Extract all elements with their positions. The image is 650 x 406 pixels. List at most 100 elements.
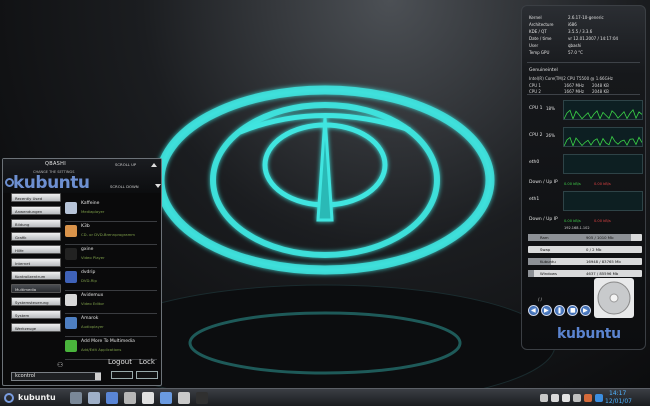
app-list-item[interactable]: gxine Video Player — [65, 245, 157, 268]
category-button[interactable]: Grafik — [11, 232, 61, 241]
category-button[interactable]: Kontrollzentrum — [11, 271, 61, 280]
activity-graph — [563, 127, 643, 147]
logout-button[interactable]: Logout — [108, 358, 132, 366]
app-list-item[interactable]: Avidemux Video Editor — [65, 291, 157, 314]
play-icon[interactable]: ▶ — [541, 305, 552, 316]
kmenu-header: QBASHI CHANGE THE SETTINGS kubuntu SCROL… — [3, 159, 161, 193]
logout-box[interactable] — [111, 371, 133, 379]
memory-bar-fill — [528, 270, 534, 277]
k3b-icon — [65, 225, 77, 237]
category-button[interactable]: Hilfe — [11, 245, 61, 254]
stop-icon[interactable]: ■ — [567, 305, 578, 316]
app-description: DVD-Rip — [81, 278, 97, 283]
category-button[interactable]: Bildung — [11, 219, 61, 228]
graph-label: CPU 2 — [529, 133, 543, 138]
graph-label: Down / Up IP — [529, 217, 558, 222]
eth1-up-rate: 0.00 kB/s — [594, 219, 611, 223]
info-key: Date / time — [529, 36, 552, 41]
power-icon[interactable] — [595, 394, 603, 402]
cpu-vendor: Genuineintel — [529, 68, 558, 73]
info-row: Temp GPU 57.0 °C — [529, 50, 583, 55]
cd-disc-icon[interactable] — [594, 278, 634, 318]
scroll-down-button[interactable]: SCROLL DOWN — [110, 184, 139, 189]
info-value: 57.0 °C — [568, 50, 583, 55]
memory-name: Swap — [540, 247, 551, 252]
info-row: User qbashi — [529, 43, 581, 48]
cpu-name: CPU 1 — [529, 83, 541, 88]
category-button[interactable]: Werkzeuge — [11, 323, 61, 332]
kmail-icon[interactable] — [142, 392, 154, 404]
konqueror-icon[interactable] — [106, 392, 118, 404]
chevron-down-icon[interactable] — [95, 373, 101, 380]
category-list: Recently Used Anwendungen Bildung Grafik Hil… — [11, 193, 63, 336]
triangle-down-icon[interactable] — [155, 184, 161, 188]
kmenu-panel: QBASHI CHANGE THE SETTINGS kubuntu SCROL… — [2, 158, 162, 386]
kmenu-brand: kubuntu — [13, 173, 90, 193]
category-button[interactable]: Internet — [11, 258, 61, 267]
memory-bar: Kubuntu 16948 / 83765 Mb — [528, 258, 642, 265]
app-list-item[interactable]: Amarok Audioplayer — [65, 314, 157, 337]
clipboard-icon[interactable] — [540, 394, 548, 402]
battery-icon[interactable] — [573, 394, 581, 402]
terminal-icon[interactable] — [196, 392, 208, 404]
run-command-input[interactable]: kcontrol — [11, 372, 101, 381]
pause-icon[interactable]: ❚ — [554, 305, 565, 316]
clock-date[interactable]: 12/01/07 — [605, 398, 632, 405]
ip-address: 192.168.1.102 — [564, 226, 590, 230]
app-name: K3b — [81, 224, 90, 229]
app-name: Add More To Multimedia — [81, 339, 135, 344]
info-row: Date / time vr 12.01.2007 / 14:17:04 — [529, 36, 618, 41]
category-button[interactable]: Anwendungen — [11, 206, 61, 215]
cpu-frequency: 1667 MHz — [564, 83, 585, 88]
lock-button[interactable]: Lock — [139, 358, 155, 366]
scroll-up-button[interactable]: SCROLL UP — [115, 162, 136, 167]
category-button[interactable]: System — [11, 310, 61, 319]
desktop-icon[interactable] — [70, 392, 82, 404]
taskbar: kubuntu 14:17 12/01/07 — [0, 388, 650, 406]
category-button[interactable]: Multimedia — [11, 284, 61, 293]
app-list-item[interactable]: K3b CD- or DVD-Brennprogramm — [65, 222, 157, 245]
kmenu-button[interactable]: kubuntu — [2, 390, 60, 406]
memory-name: Ram — [540, 235, 549, 240]
app-name: Kaffeine — [81, 201, 100, 206]
info-value: qbashi — [568, 43, 582, 48]
avidemux-icon — [65, 294, 77, 306]
triangle-up-icon[interactable] — [151, 163, 157, 167]
clock-time[interactable]: 14:17 — [609, 390, 626, 397]
graph-label: eth1 — [529, 197, 540, 202]
settings-icon[interactable] — [124, 392, 136, 404]
home-folder-icon[interactable] — [88, 392, 100, 404]
category-button[interactable]: Recently Used — [11, 193, 61, 202]
app-list-item[interactable]: dvdrip DVD-Rip — [65, 268, 157, 291]
app-list-item[interactable]: Kaffeine Mediaplayer — [65, 199, 157, 222]
memory-bar: Windows 4637 / 85596 Mb — [528, 270, 642, 277]
info-value: vr 12.01.2007 / 14:17:04 — [568, 36, 619, 41]
app-name: Avidemux — [81, 293, 104, 298]
info-key: KDE / QT — [529, 29, 547, 34]
app-description: Video Editor — [81, 301, 105, 306]
info-key: User — [529, 43, 539, 48]
category-button[interactable]: Systemsteuerung — [11, 297, 61, 306]
lock-box[interactable] — [136, 371, 158, 379]
info-value: 3.5.5 / 3.3.6 — [568, 29, 593, 34]
app-list-item[interactable]: Add More To Multimedia Add/Edit Applicati… — [65, 337, 157, 360]
cpu-model: Intel(R) Core(TM)2 CPU T5500 @ 1.66GHz — [529, 76, 613, 81]
info-key: Kernel — [529, 15, 542, 20]
memory-value: 16948 / 83765 Mb — [586, 259, 621, 264]
user-icon: ⚇ — [57, 361, 64, 369]
eth0-down-rate: 0.00 kB/s — [564, 182, 581, 186]
track-label: / / — [538, 297, 542, 302]
network-icon[interactable] — [160, 392, 172, 404]
printer-icon[interactable] — [178, 392, 190, 404]
memory-name: Kubuntu — [540, 259, 556, 264]
info-row: KDE / QT 3.5.5 / 3.3.6 — [529, 29, 592, 34]
previous-icon[interactable]: ◀ — [528, 305, 539, 316]
divider — [527, 94, 640, 95]
next-icon[interactable]: ▶ — [580, 305, 591, 316]
info-row: Kernel 2.6.17-10-generic — [529, 15, 604, 20]
system-monitor-widget: Kernel 2.6.17-10-generic Architecture i686 K… — [521, 5, 646, 350]
wifi-icon[interactable] — [562, 394, 570, 402]
info-row: Architecture i686 — [529, 22, 577, 27]
update-icon[interactable] — [584, 394, 592, 402]
volume-icon[interactable] — [551, 394, 559, 402]
